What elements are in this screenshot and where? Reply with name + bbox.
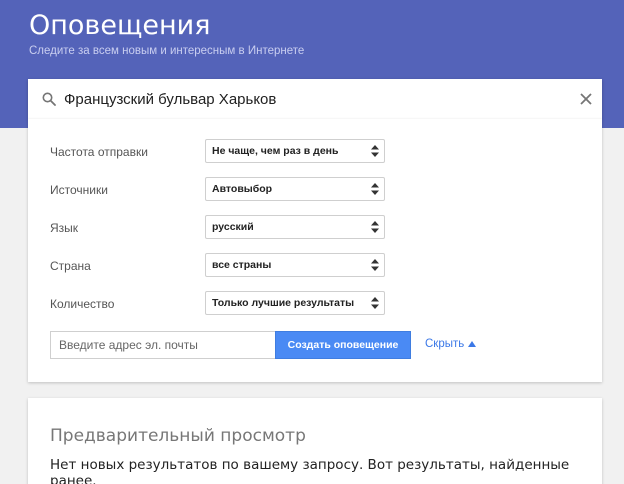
option-label-sources: Источники (50, 183, 108, 197)
country-select[interactable]: все страны (205, 253, 385, 277)
sources-select-value: Автовыбор (212, 183, 273, 195)
country-select-value: все страны (212, 259, 272, 271)
search-box[interactable] (28, 79, 602, 119)
quantity-select-value: Только лучшие результаты (212, 297, 355, 309)
language-select[interactable]: русский (205, 215, 385, 239)
select-arrows-icon (371, 145, 379, 157)
select-arrows-icon (371, 183, 379, 195)
search-icon (42, 92, 56, 106)
create-alert-button[interactable]: Создать оповещение (275, 331, 411, 359)
search-input[interactable] (64, 79, 564, 119)
quantity-select[interactable]: Только лучшие результаты (205, 291, 385, 315)
preview-title: Предварительный просмотр (50, 426, 306, 446)
select-arrows-icon (371, 259, 379, 271)
page-subtitle: Следите за всем новым и интересным в Инт… (29, 45, 305, 57)
preview-message: Нет новых результатов по вашему запросу.… (50, 457, 570, 484)
page-title: Оповещения (29, 10, 211, 41)
close-icon[interactable] (578, 91, 594, 107)
alert-options-panel: Частота отправки Не чаще, чем раз в день… (28, 119, 602, 382)
select-arrows-icon (371, 297, 379, 309)
option-label-frequency: Частота отправки (50, 145, 148, 159)
frequency-select-value: Не чаще, чем раз в день (212, 145, 339, 157)
language-select-value: русский (212, 221, 254, 233)
option-label-quantity: Количество (50, 297, 115, 311)
sources-select[interactable]: Автовыбор (205, 177, 385, 201)
preview-panel: Предварительный просмотр Нет новых резул… (28, 398, 602, 484)
option-label-country: Страна (50, 259, 91, 273)
chevron-up-icon[interactable] (468, 341, 476, 347)
frequency-select[interactable]: Не чаще, чем раз в день (205, 139, 385, 163)
hide-options-link[interactable]: Скрыть (425, 338, 464, 350)
email-input[interactable] (50, 331, 275, 359)
option-label-language: Язык (50, 221, 79, 235)
select-arrows-icon (371, 221, 379, 233)
